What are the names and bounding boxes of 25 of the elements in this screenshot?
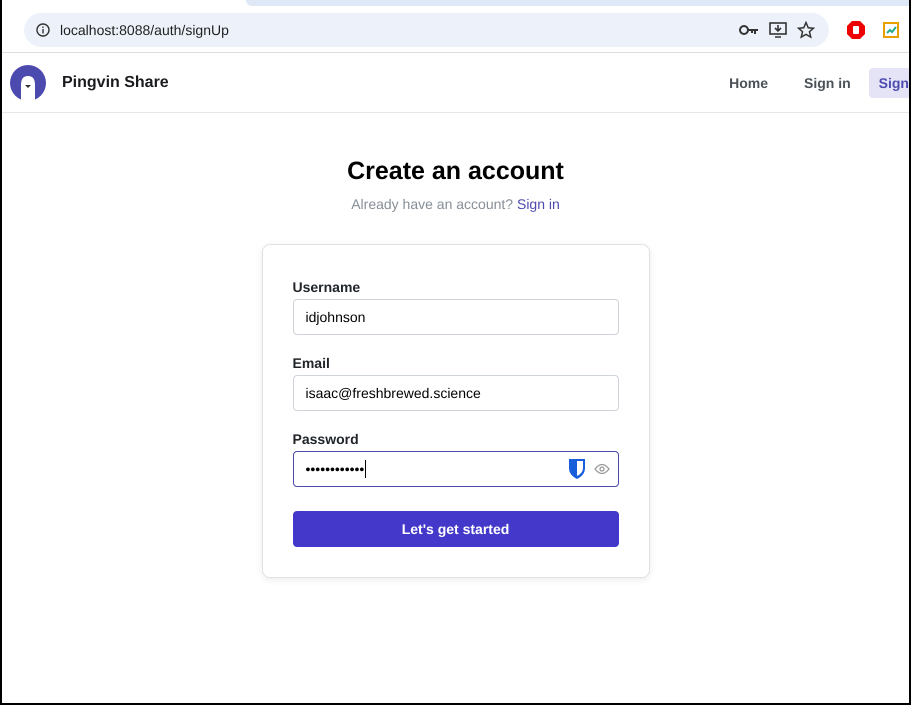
eye-icon[interactable] [594,463,610,475]
submit-button[interactable]: Let's get started [292,511,618,547]
input-field[interactable]: idjohnson [292,299,618,335]
brand-name: Pingvin Share [62,74,170,92]
info-icon[interactable] [36,23,50,37]
address-bar[interactable]: localhost:8088/auth/signUp [24,13,829,47]
sign-in-link[interactable]: Sign in [516,196,560,212]
field-label: Password [292,431,360,447]
url-text: localhost:8088/auth/signUp [60,22,230,38]
nav-link[interactable]: Home [711,68,786,98]
field-label: Username [292,279,362,295]
input-field[interactable]: •••••••••••• [292,451,618,487]
nav-link[interactable]: Sign in [786,68,869,98]
key-icon[interactable] [739,24,759,36]
install-icon[interactable] [769,22,787,38]
penguin-logo[interactable] [10,64,46,100]
input-field[interactable]: isaac@freshbrewed.science [292,375,618,411]
shield-icon[interactable] [568,458,586,480]
page-title: Create an account [347,157,564,186]
star-icon[interactable] [797,21,815,39]
stop-hand-icon[interactable] [847,21,865,39]
chart-icon[interactable] [883,22,899,38]
field-label: Email [292,355,331,371]
subtitle: Already have an account? Sign in [351,196,560,212]
nav-link[interactable]: Sign [868,68,909,98]
